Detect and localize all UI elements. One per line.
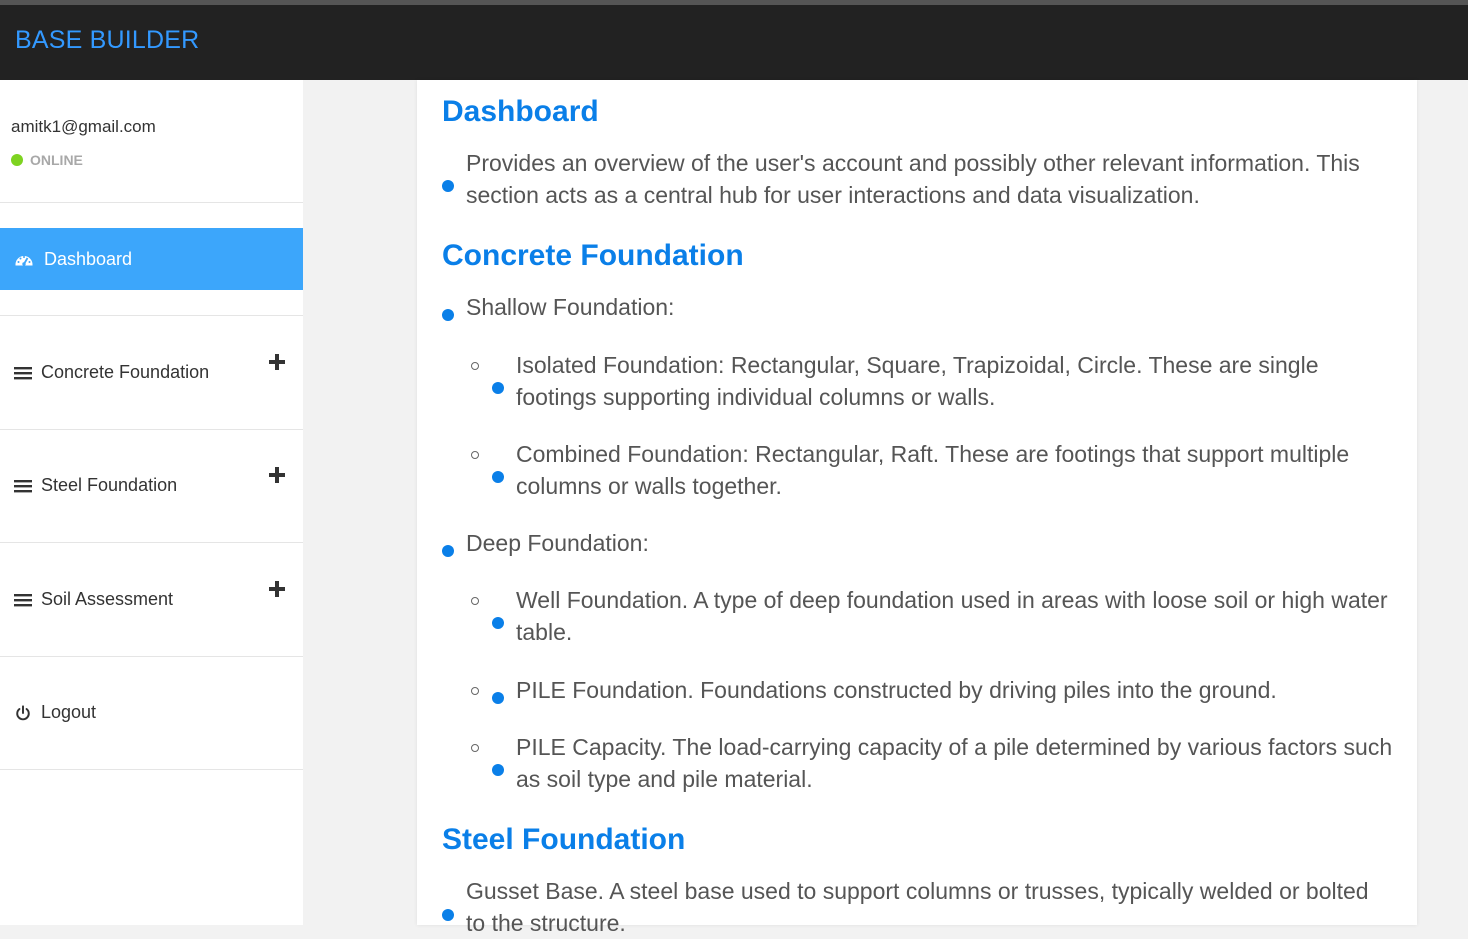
- list-item: Provides an overview of the user's accou…: [466, 150, 1360, 208]
- sidebar-item-concrete-foundation[interactable]: Concrete Foundation: [0, 316, 303, 429]
- sidebar-item-steel-foundation[interactable]: Steel Foundation: [0, 429, 303, 542]
- top-navbar: BASE BUILDER: [0, 5, 1468, 80]
- user-status-label: ONLINE: [30, 152, 83, 168]
- bullet-dot-icon: [442, 180, 454, 192]
- sidebar-item-label: Logout: [41, 702, 97, 722]
- bullet-dot-icon: [492, 692, 504, 704]
- bullet-dot-icon: [492, 764, 504, 776]
- sidebar-item-soil-assessment[interactable]: Soil Assessment: [0, 543, 303, 656]
- list-item: Well Foundation. A type of deep foundati…: [516, 587, 1388, 645]
- sidebar-item-label: Steel Foundation: [41, 475, 178, 495]
- menu-bars-icon: [14, 366, 32, 379]
- online-status-dot-icon: [11, 154, 23, 166]
- menu-bars-icon: [14, 593, 32, 606]
- plus-icon[interactable]: [267, 465, 287, 485]
- sub-bullet-circle-icon: [471, 744, 479, 752]
- user-email: amitk1@gmail.com: [11, 117, 156, 136]
- plus-icon[interactable]: [267, 579, 287, 599]
- sub-bullet-circle-icon: [471, 451, 479, 459]
- bullet-dot-icon: [442, 909, 454, 921]
- sub-bullet-circle-icon: [471, 687, 479, 695]
- section-title-concrete-foundation: Concrete Foundation: [442, 239, 744, 272]
- plus-icon[interactable]: [267, 352, 287, 372]
- sidebar-item-label: Soil Assessment: [41, 589, 174, 609]
- user-status: ONLINE: [11, 152, 83, 168]
- menu-bars-icon: [14, 479, 32, 492]
- list-item: Deep Foundation:: [466, 530, 649, 556]
- divider: [0, 769, 303, 770]
- section-title-steel-foundation: Steel Foundation: [442, 823, 686, 856]
- section-title-dashboard: Dashboard: [442, 95, 599, 128]
- list-item: PILE Foundation. Foundations constructed…: [516, 677, 1277, 703]
- bullet-dot-icon: [442, 545, 454, 557]
- main-content-card: Dashboard Provides an overview of the us…: [417, 80, 1417, 936]
- dashboard-gauge-icon: [15, 256, 33, 266]
- bullet-dot-icon: [492, 471, 504, 483]
- sidebar-item-label: Concrete Foundation: [41, 362, 210, 382]
- list-item: Shallow Foundation:: [466, 294, 675, 320]
- list-item: Gusset Base. A steel base used to suppor…: [466, 878, 1369, 936]
- sub-bullet-circle-icon: [471, 597, 479, 605]
- bullet-dot-icon: [442, 309, 454, 321]
- sidebar-item-label: Dashboard: [44, 248, 133, 269]
- sub-bullet-circle-icon: [471, 362, 479, 370]
- bullet-dot-icon: [492, 382, 504, 394]
- user-panel: amitk1@gmail.com ONLINE: [0, 80, 303, 203]
- sidebar: amitk1@gmail.com ONLINE Dashboard Concre…: [0, 80, 303, 925]
- bullet-dot-icon: [492, 617, 504, 629]
- sidebar-item-dashboard[interactable]: Dashboard: [0, 228, 303, 290]
- sidebar-item-logout[interactable]: Logout: [0, 656, 303, 769]
- list-item: Isolated Foundation: Rectangular, Square…: [516, 352, 1319, 410]
- brand-logo-text[interactable]: BASE BUILDER: [15, 26, 199, 55]
- list-item: Combined Foundation: Rectangular, Raft. …: [516, 441, 1350, 499]
- power-icon: [16, 704, 30, 720]
- list-item: PILE Capacity. The load-carrying capacit…: [516, 734, 1393, 792]
